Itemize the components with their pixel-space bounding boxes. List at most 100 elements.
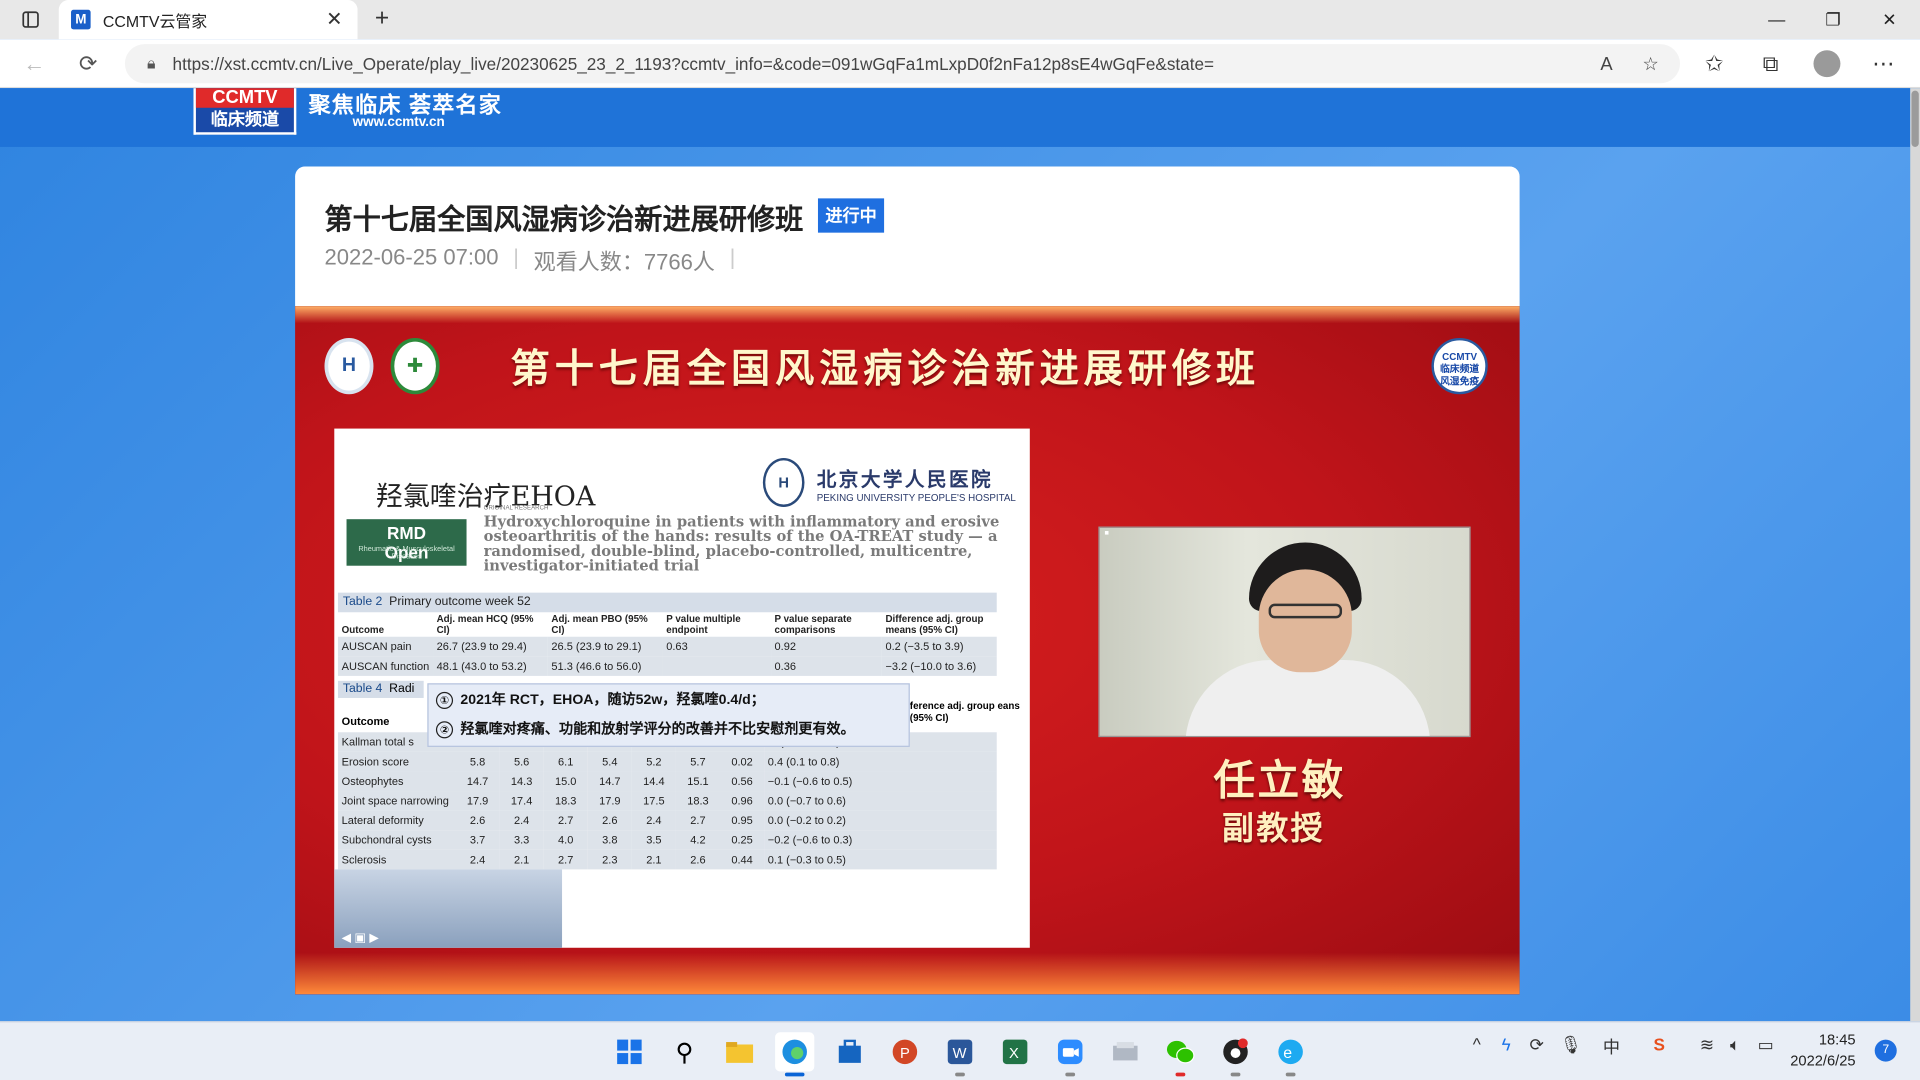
speaker-name: 任立敏 [1213, 757, 1346, 805]
table-cell: 0.44 [720, 849, 765, 870]
restore-icon[interactable]: ❐ [1805, 0, 1861, 39]
table4-caption: Table 4 Radi [337, 680, 424, 698]
collections-icon[interactable]: ⧉ [1753, 47, 1787, 81]
minimize-icon[interactable]: — [1749, 0, 1805, 39]
system-clock[interactable]: 18:45 2022/6/25 [1790, 1030, 1855, 1072]
edge-browser-icon[interactable] [775, 1032, 815, 1077]
bluetooth-icon[interactable]: ϟ [1491, 1035, 1520, 1055]
chevron-up-icon[interactable]: ^ [1462, 1035, 1491, 1055]
microphone-icon[interactable]: 🎙︎ [1556, 1035, 1585, 1056]
table-cell: 4.0 [543, 830, 588, 850]
start-icon[interactable] [610, 1032, 649, 1071]
table-cell: 0.56 [720, 771, 765, 792]
table-cell: 17.9 [455, 791, 500, 811]
table-row: Erosion score 5.8 5.6 6.1 5.4 5.2 5.7 0.02 0.4 (… [337, 751, 997, 772]
table-cell: 5.7 [675, 751, 721, 772]
store-icon[interactable] [830, 1032, 869, 1071]
back-arrow-icon[interactable]: ← [17, 47, 51, 81]
app-window-icon[interactable] [1106, 1032, 1145, 1071]
hospital-name-en: PEKING UNIVERSITY PEOPLE'S HOSPITAL [816, 491, 1016, 503]
search-icon[interactable]: ⚲ [665, 1032, 704, 1071]
excel-icon[interactable]: X [996, 1032, 1035, 1071]
table-cell: 0.36 [770, 656, 882, 676]
wechat-icon[interactable] [1161, 1032, 1200, 1077]
hospital-emblem-icon: H [762, 457, 805, 507]
table-cell: −0.1 (−0.6 to 0.5) [764, 771, 997, 792]
table-cell: 17.5 [631, 791, 676, 811]
badge-top: CCMTV [1442, 351, 1478, 363]
slide-controls-icon[interactable]: ◀ ▣ ▶ [342, 932, 379, 945]
browser-tab[interactable]: M CCMTV云管家 ✕ [58, 0, 358, 40]
hospital-name-cn: 北京大学人民医院 [816, 467, 994, 491]
tab-title: CCMTV云管家 [102, 11, 208, 31]
svg-text:P: P [900, 1046, 910, 1062]
sync-icon[interactable]: ⟳ [1522, 1035, 1551, 1056]
page-scrollbar[interactable] [1910, 88, 1920, 1022]
table-cell: Sclerosis [337, 849, 456, 870]
table-cell: 14.7 [587, 771, 632, 792]
svg-text:e: e [1283, 1045, 1292, 1062]
favorites-icon[interactable]: ✩ [1697, 47, 1731, 81]
table-header-cell: Difference adj. group means (95% CI) [885, 613, 984, 636]
journal-subtitle: Rheumatic & Musculoskeletal Diseases [358, 546, 455, 561]
hospital-logo: H 北京大学人民医院 PEKING UNIVERSITY PEOPLE'S HO… [762, 457, 1016, 507]
close-window-icon[interactable]: ✕ [1861, 0, 1917, 39]
lock-icon[interactable]: 🔒︎ [147, 54, 155, 74]
table-cell: 5.4 [587, 751, 632, 772]
close-tab-icon[interactable]: ✕ [323, 7, 345, 31]
building-photo: ◀ ▣ ▶ [334, 869, 563, 948]
ccmtv-favicon-icon: M [71, 9, 91, 30]
media-app-icon[interactable] [1216, 1032, 1255, 1077]
input-method-icon[interactable]: 中 [1597, 1035, 1626, 1059]
more-menu-icon[interactable]: ⋯ [1866, 47, 1900, 81]
scrollbar-thumb[interactable] [1911, 90, 1919, 147]
battery-icon[interactable]: ▭ [1751, 1035, 1780, 1056]
ccmtv-logo[interactable]: CCMTV 临床频道 [193, 88, 297, 135]
refresh-icon[interactable]: ⟳ [71, 47, 105, 81]
table-cell: 14.4 [631, 771, 676, 792]
url-bar[interactable]: 🔒︎ https://xst.ccmtv.cn/Live_Operate/pla… [124, 44, 1681, 84]
file-explorer-icon[interactable] [720, 1032, 759, 1071]
sogou-input-icon[interactable]: S [1645, 1035, 1674, 1055]
volume-icon[interactable]: 🔈︎ [1720, 1035, 1749, 1056]
table4-header-outcome: Outcome [341, 715, 390, 728]
slide-callout: ① 2021年 RCT，EHOA，随访52w，羟氯喹0.4/d； ② 羟氯喹对疼痛、… [427, 683, 910, 747]
wifi-icon[interactable]: ≋ [1692, 1035, 1721, 1056]
word-icon[interactable]: W [940, 1032, 979, 1077]
zoom-icon[interactable] [1051, 1032, 1090, 1077]
site-header: CCMTV 临床频道 聚焦临床 荟萃名家 www.ccmtv.cn [0, 88, 1911, 147]
profile-avatar[interactable] [1810, 47, 1844, 81]
table-cell [662, 656, 771, 676]
pkuh-emblem-icon: H [324, 337, 374, 395]
table-cell: Osteophytes [337, 771, 456, 792]
table-cell: Subchondral cysts [337, 830, 456, 850]
camera-hud-icon: ■ [1104, 530, 1109, 538]
read-aloud-icon[interactable]: A [1589, 44, 1623, 83]
powerpoint-icon[interactable]: P [885, 1032, 924, 1071]
table-cell: 17.9 [587, 791, 632, 811]
table-header-cell: Outcome [341, 624, 385, 636]
live-video-player[interactable]: H ✚ 第十七届全国风湿病诊治新进展研修班 CCMTV 临床频道 风湿免疫 羟氯… [295, 306, 1520, 995]
badge-bottom: 风湿免疫 [1440, 375, 1480, 387]
table-header-cell: Adj. mean PBO (95% CI) [551, 613, 648, 636]
table-cell: 2.7 [543, 810, 588, 831]
notification-badge[interactable]: 7 [1874, 1039, 1897, 1062]
decorative-glow [295, 952, 1520, 995]
add-favorite-icon[interactable]: ☆ [1633, 44, 1667, 83]
table2-caption: Table 2 Primary outcome week 52 [337, 592, 997, 613]
table-cell: 17.4 [499, 791, 544, 811]
new-tab-button[interactable]: + [367, 5, 396, 34]
table-cell: 6.1 [543, 751, 588, 772]
ie-browser-icon[interactable]: e [1271, 1032, 1310, 1077]
table-cell: Joint space narrowing [337, 791, 456, 811]
table-cell: 15.1 [675, 771, 721, 792]
table-cell: 14.3 [499, 771, 544, 792]
table2: Outcome Adj. mean HCQ (95% CI) Adj. mean P… [337, 612, 997, 676]
table-cell: 2.6 [675, 849, 721, 870]
browser-tab-bar: M CCMTV云管家 ✕ + — ❐ ✕ [0, 0, 1920, 40]
tab-actions-icon[interactable] [10, 0, 52, 39]
url-text[interactable]: https://xst.ccmtv.cn/Live_Operate/play_l… [173, 54, 1214, 74]
table-cell: 2.3 [587, 849, 632, 870]
table-cell: 2.1 [499, 849, 544, 870]
table-cell: 2.4 [499, 810, 544, 831]
